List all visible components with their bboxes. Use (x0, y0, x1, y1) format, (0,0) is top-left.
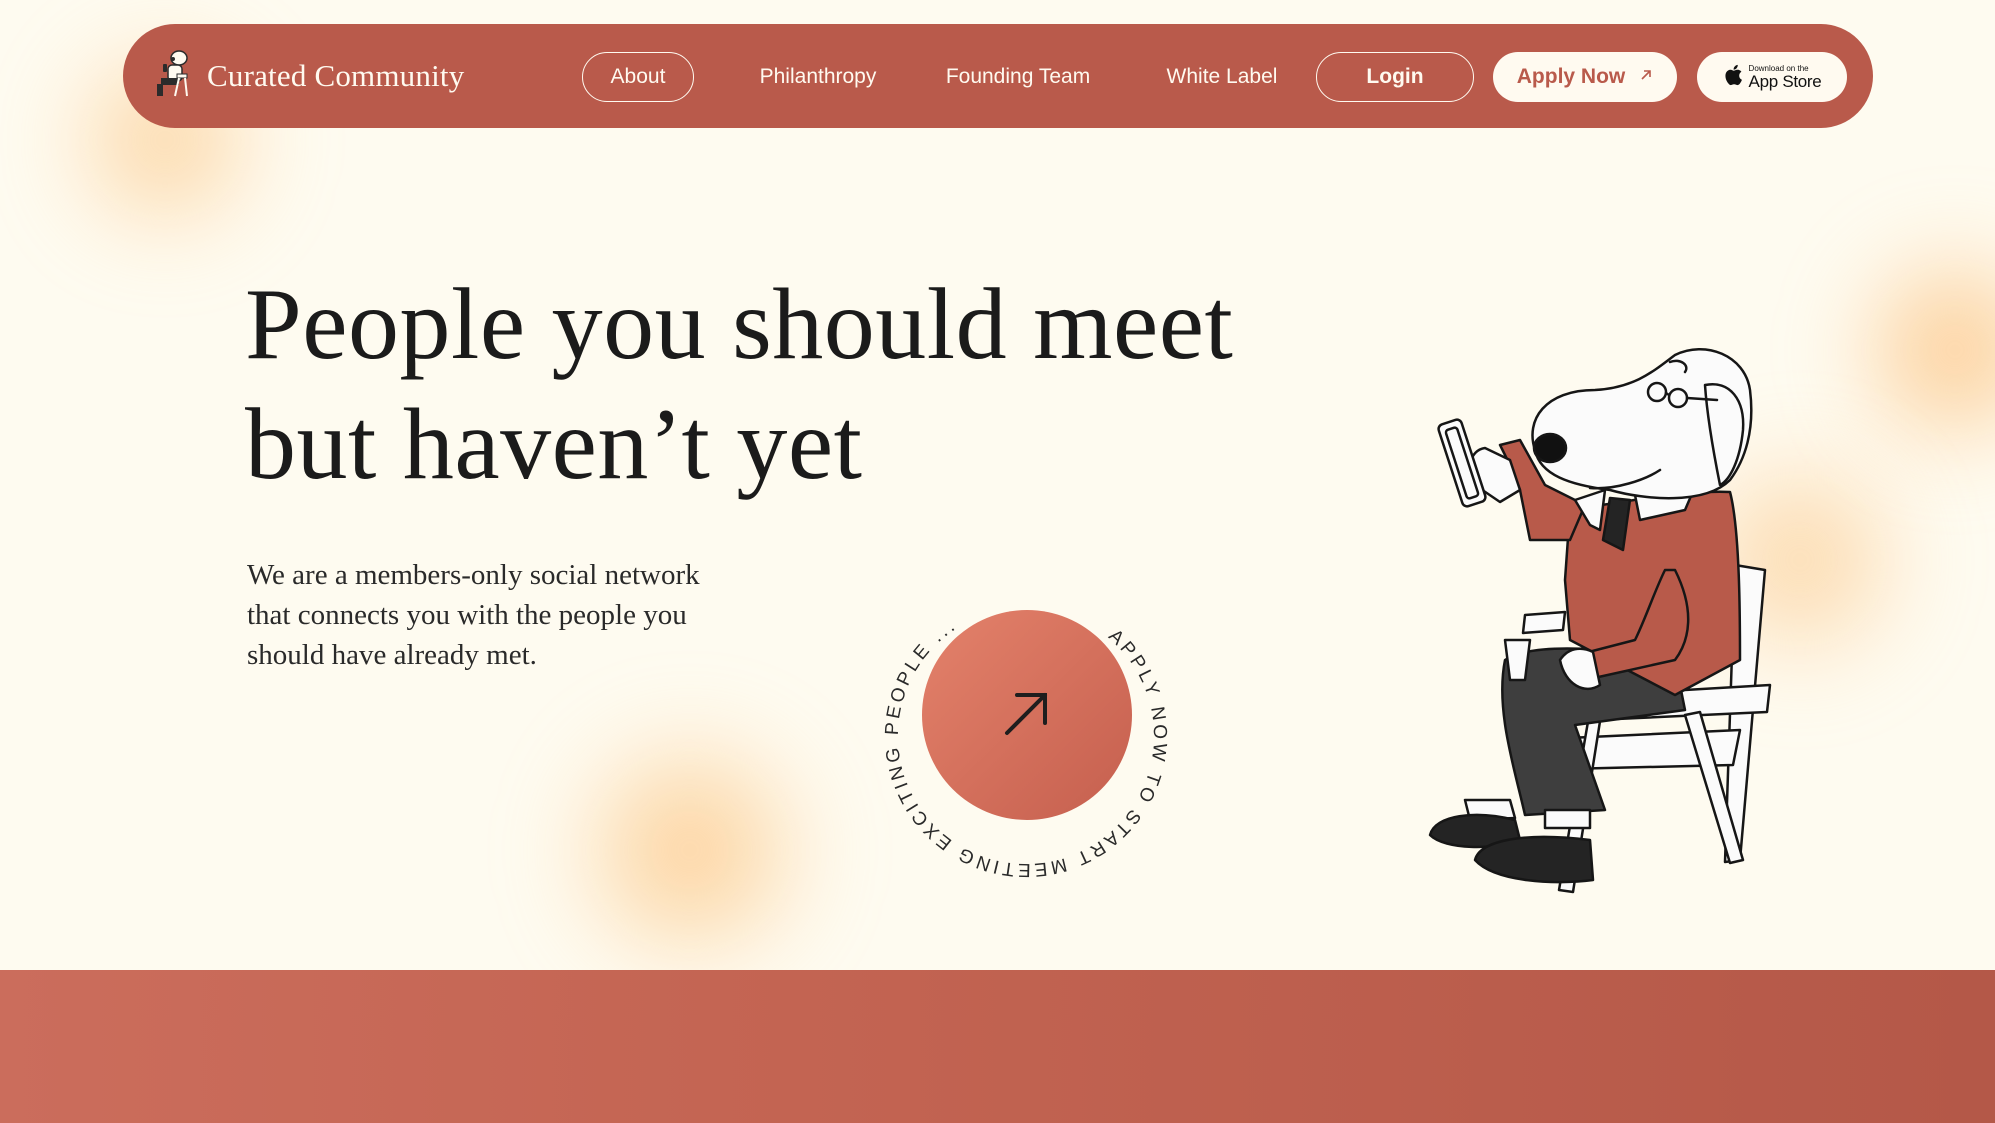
apply-cta: APPLY NOW TO START MEETING EXCITING PEOP… (880, 610, 1170, 880)
app-store-label: App Store (1748, 71, 1822, 91)
apply-now-button[interactable]: Apply Now (1493, 52, 1677, 102)
decorative-glow (540, 720, 840, 980)
top-navigation: Curated Community About Philanthropy Fou… (123, 24, 1873, 128)
login-button[interactable]: Login (1316, 52, 1474, 102)
nav-link-philanthropy[interactable]: Philanthropy (723, 52, 913, 102)
hero-subtext: We are a members-only social network tha… (247, 559, 700, 671)
hero-headline: People you should meet but haven’t yet (245, 265, 1295, 505)
footer-band (0, 970, 1995, 1123)
nav-link-founding-team[interactable]: Founding Team (913, 52, 1123, 102)
dog-illustration (1345, 340, 1795, 905)
arrow-up-right-icon (999, 685, 1055, 746)
headline-line-1: People you should meet (245, 268, 1234, 381)
apple-icon (1723, 63, 1743, 92)
app-store-text: Download on the App Store (1748, 64, 1822, 91)
apply-cta-button[interactable] (922, 610, 1132, 820)
nav-link-white-label[interactable]: White Label (1127, 52, 1317, 102)
app-store-button[interactable]: Download on the App Store (1697, 52, 1847, 102)
headline-line-2: but haven’t yet (245, 388, 863, 501)
arrow-up-right-icon (1639, 68, 1653, 87)
nav-link-about[interactable]: About (582, 52, 694, 102)
apply-now-label: Apply Now (1516, 65, 1626, 88)
dog-logo-icon (151, 48, 193, 105)
brand-name: Curated Community (207, 58, 465, 93)
brand-logo-link[interactable]: Curated Community (151, 46, 464, 106)
